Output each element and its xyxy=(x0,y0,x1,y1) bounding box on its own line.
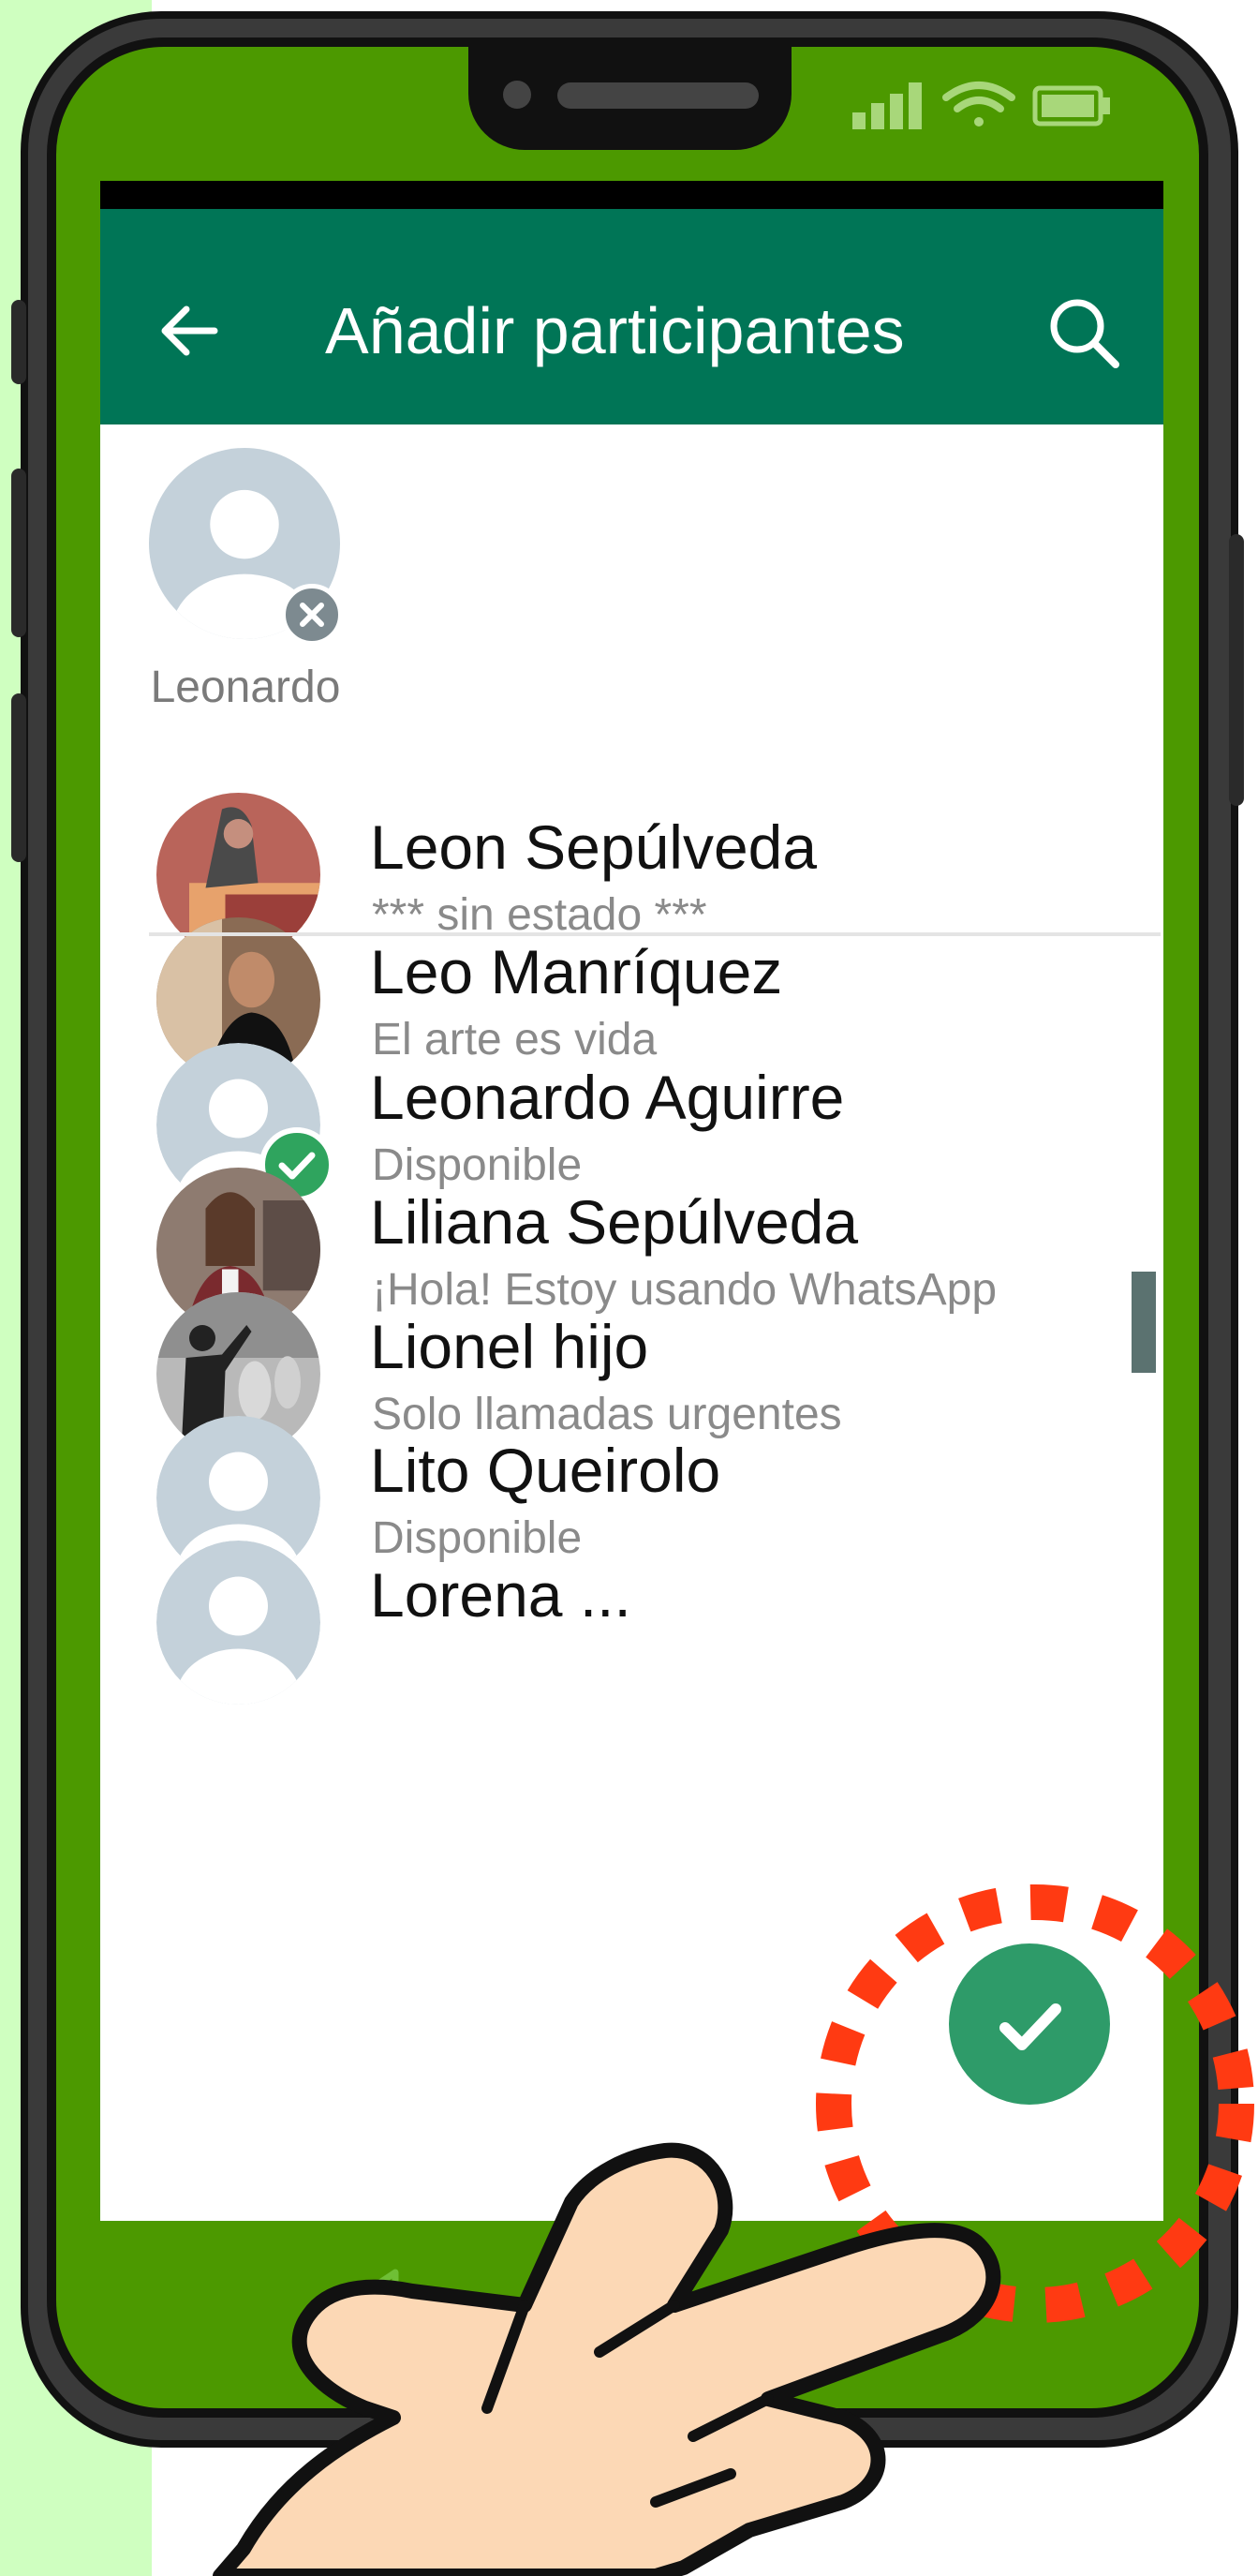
search-icon[interactable] xyxy=(1046,295,1121,370)
contact-name: Lito Queirolo xyxy=(370,1436,721,1505)
contact-name: Lionel hijo xyxy=(370,1312,649,1381)
arrow-left-icon[interactable] xyxy=(156,298,222,364)
scrollbar-thumb[interactable] xyxy=(1132,1272,1156,1373)
earpiece-speaker xyxy=(557,82,759,109)
contact-name: Leonardo Aguirre xyxy=(370,1063,845,1132)
volume-button xyxy=(11,469,26,637)
signal-icon xyxy=(852,82,922,129)
power-button xyxy=(1229,534,1244,806)
pointing-hand-illustration xyxy=(213,2142,1001,2576)
contact-name: Leon Sepúlveda xyxy=(370,812,818,882)
front-camera xyxy=(503,81,531,109)
status-icons xyxy=(852,82,1110,129)
contact-name: Lorena ... xyxy=(370,1560,631,1630)
contact-name: Liliana Sepúlveda xyxy=(370,1187,859,1257)
app-header: Añadir participantes xyxy=(100,209,1163,424)
default-avatar-icon xyxy=(156,1541,320,1705)
selected-participants: Leonardo xyxy=(100,424,1163,712)
volume-button xyxy=(11,300,26,384)
divider xyxy=(149,932,1161,936)
close-icon[interactable] xyxy=(281,584,343,646)
status-bar xyxy=(100,181,1163,209)
contact-name: Leo Manríquez xyxy=(370,937,783,1006)
selected-participant-chip[interactable]: Leonardo xyxy=(147,448,344,712)
wifi-icon xyxy=(942,82,1015,127)
page-title: Añadir participantes xyxy=(325,294,905,367)
contact-row[interactable]: Lorena ... xyxy=(100,1526,1163,1742)
volume-button xyxy=(11,693,26,862)
battery-icon xyxy=(1032,85,1110,127)
selected-participant-name: Leonardo xyxy=(150,663,341,712)
